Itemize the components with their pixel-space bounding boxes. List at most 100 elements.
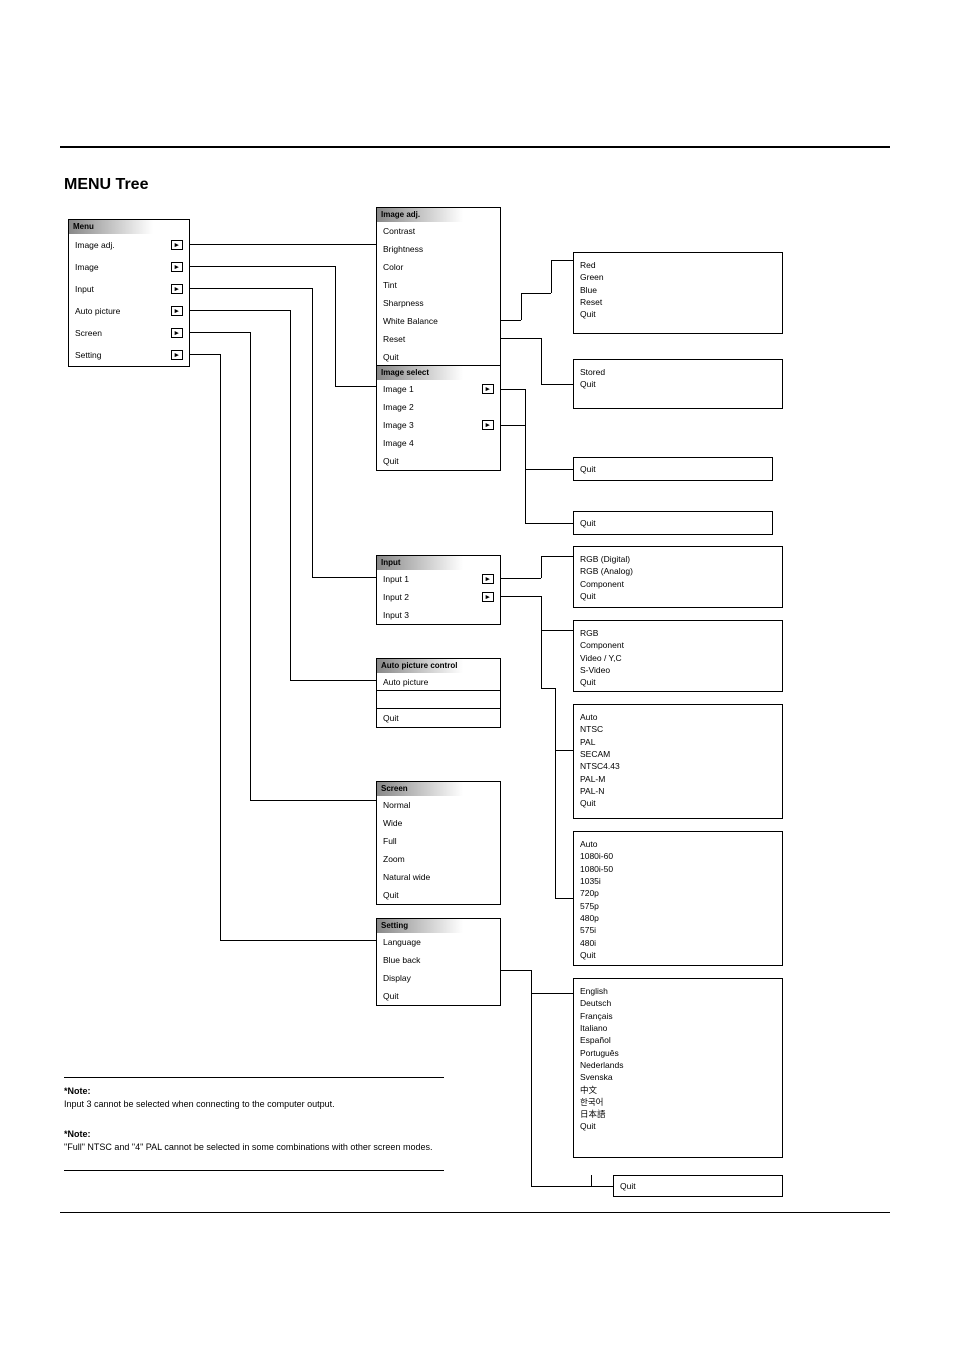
list-item[interactable]: NTSC4.43 (580, 760, 776, 772)
image-adj-menu: Image adj. Contrast Brightness Color Tin… (376, 207, 501, 367)
menu-item[interactable]: Image 4 (383, 438, 414, 448)
screen-header: Screen (377, 782, 500, 796)
menu-item[interactable]: Natural wide (383, 872, 430, 882)
menu-item[interactable]: Wide (383, 818, 402, 828)
list-item[interactable]: 1080i-50 (580, 863, 776, 875)
menu-item[interactable]: Display (383, 973, 411, 983)
list-item[interactable]: Component (580, 578, 776, 590)
input-header: Input (377, 556, 500, 570)
list-item[interactable]: Auto (580, 711, 776, 723)
quit-label[interactable]: Quit (580, 463, 596, 475)
menu-item[interactable]: Screen (75, 328, 102, 338)
menu-item[interactable]: Input (75, 284, 94, 294)
list-item[interactable]: Component (580, 639, 776, 651)
list-item[interactable]: PAL-N (580, 785, 776, 797)
list-item[interactable]: Stored (580, 366, 776, 378)
list-item[interactable]: Auto (580, 838, 776, 850)
menu-item[interactable]: Image (75, 262, 99, 272)
list-item[interactable]: NTSC (580, 723, 776, 735)
page-title: MENU Tree (64, 176, 148, 194)
list-item[interactable]: Green (580, 271, 776, 283)
list-item[interactable]: Red (580, 259, 776, 271)
setting-menu: Setting Language Blue back Display Quit (376, 918, 501, 1006)
list-item[interactable]: Nederlands (580, 1059, 776, 1071)
image-adj-header: Image adj. (377, 208, 500, 222)
menu-item[interactable]: Contrast (383, 226, 415, 236)
quit-label[interactable]: Quit (620, 1180, 636, 1192)
menu-item[interactable]: Input 2 (383, 592, 409, 602)
list-item[interactable]: Français (580, 1010, 776, 1022)
list-item[interactable]: SECAM (580, 748, 776, 760)
list-item[interactable]: 1035i (580, 875, 776, 887)
list-item[interactable]: Español (580, 1034, 776, 1046)
menu-item[interactable]: Tint (383, 280, 397, 290)
menu-item[interactable]: Setting (75, 350, 101, 360)
list-item[interactable]: Video / Y,C (580, 652, 776, 664)
menu-item[interactable]: Image 3 (383, 420, 414, 430)
list-item[interactable]: Svenska (580, 1071, 776, 1083)
note-heading: *Note: (64, 1129, 91, 1139)
menu-item[interactable]: Image 1 (383, 384, 414, 394)
list-item[interactable]: 575i (580, 924, 776, 936)
menu-item[interactable]: Auto picture (75, 306, 120, 316)
list-item[interactable]: 480p (580, 912, 776, 924)
list-item[interactable]: RGB (580, 627, 776, 639)
list-item[interactable]: Italiano (580, 1022, 776, 1034)
store-box: Stored Quit (573, 359, 783, 409)
list-item[interactable]: 한국어 (580, 1096, 776, 1108)
list-item[interactable]: Reset (580, 296, 776, 308)
arrow-icon (171, 350, 183, 360)
list-item[interactable]: Quit (580, 797, 776, 809)
ntsc-box: Auto NTSC PAL SECAM NTSC4.43 PAL-M PAL-N… (573, 704, 783, 819)
menu-item[interactable]: Quit (383, 713, 399, 723)
menu-item[interactable]: Quit (383, 991, 399, 1001)
list-item[interactable]: PAL-M (580, 773, 776, 785)
list-item[interactable]: Quit (580, 378, 776, 390)
list-item[interactable]: Quit (580, 1120, 776, 1132)
arrow-icon (171, 306, 183, 316)
menu-item[interactable]: Color (383, 262, 403, 272)
menu-item[interactable]: Image adj. (75, 240, 115, 250)
arrow-icon (171, 284, 183, 294)
list-item[interactable]: 日本語 (580, 1108, 776, 1120)
list-item[interactable]: Blue (580, 284, 776, 296)
list-item[interactable]: English (580, 985, 776, 997)
menu-item[interactable]: Quit (383, 352, 399, 362)
menu-item[interactable]: Brightness (383, 244, 423, 254)
menu-item[interactable]: Reset (383, 334, 405, 344)
menu-item[interactable]: Auto picture (383, 677, 428, 687)
list-item[interactable]: Deutsch (580, 997, 776, 1009)
lang-box: English Deutsch Français Italiano Españo… (573, 978, 783, 1158)
note-1: *Note: Input 3 cannot be selected when c… (64, 1085, 444, 1111)
list-item[interactable]: S-Video (580, 664, 776, 676)
list-item[interactable]: Quit (580, 308, 776, 320)
menu-item[interactable]: Image 2 (383, 402, 414, 412)
menu-item[interactable]: Full (383, 836, 397, 846)
menu-item[interactable]: Input 1 (383, 574, 409, 584)
list-item[interactable]: PAL (580, 736, 776, 748)
menu-item[interactable]: Language (383, 937, 421, 947)
quit-label[interactable]: Quit (580, 517, 596, 529)
list-item[interactable]: Português (580, 1047, 776, 1059)
menu-item[interactable]: Quit (383, 890, 399, 900)
list-item[interactable]: 中文 (580, 1084, 776, 1096)
list-item[interactable]: 575p (580, 900, 776, 912)
list-item[interactable]: RGB (Digital) (580, 553, 776, 565)
menu-item[interactable]: Zoom (383, 854, 405, 864)
root-menu: Menu Image adj. Image Input Auto picture… (68, 219, 190, 367)
menu-item[interactable]: White Balance (383, 316, 438, 326)
arrow-icon (482, 420, 494, 430)
menu-item[interactable]: Sharpness (383, 298, 424, 308)
list-item[interactable]: 480i (580, 937, 776, 949)
menu-item[interactable]: Input 3 (383, 610, 409, 620)
list-item[interactable]: Quit (580, 590, 776, 602)
menu-item[interactable]: Quit (383, 456, 399, 466)
note-heading: *Note: (64, 1086, 91, 1096)
list-item[interactable]: Quit (580, 949, 776, 961)
list-item[interactable]: RGB (Analog) (580, 565, 776, 577)
menu-item[interactable]: Normal (383, 800, 410, 810)
list-item[interactable]: 720p (580, 887, 776, 899)
list-item[interactable]: 1080i-60 (580, 850, 776, 862)
list-item[interactable]: Quit (580, 676, 776, 688)
menu-item[interactable]: Blue back (383, 955, 420, 965)
